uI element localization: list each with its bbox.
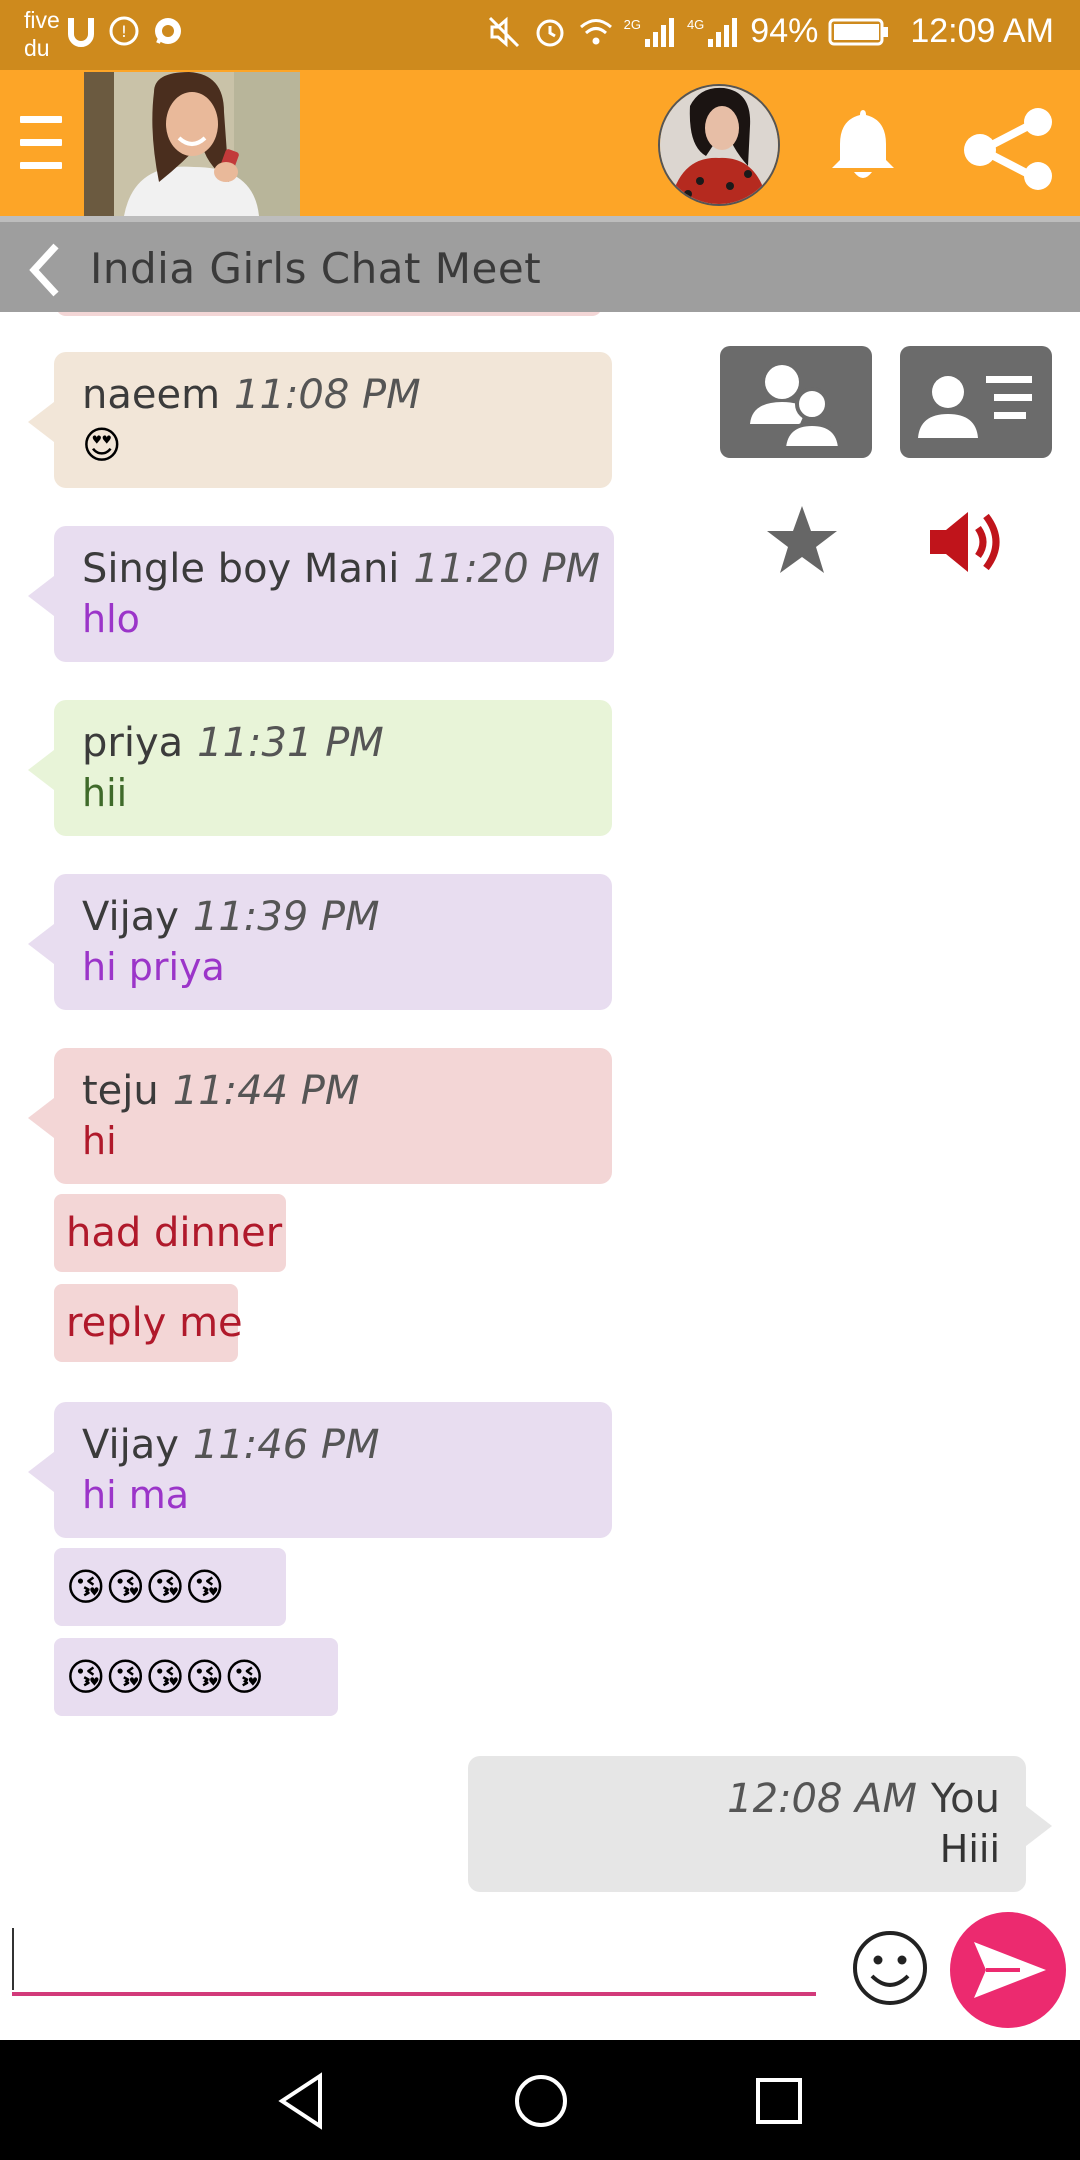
carrier-label: five du [24,6,60,62]
sender-name[interactable]: teju [82,1068,159,1114]
users-icon [750,365,843,450]
message-header: priya 11:31 PM [82,718,586,768]
message-time: 11:39 PM [192,894,380,940]
home-nav-icon[interactable] [508,2068,574,2134]
message-time: 12:08 AM [727,1776,918,1822]
alarm-icon [536,19,564,46]
message-bubble[interactable]: naeem 11:08 PM 😍 [28,352,612,488]
message-bubble[interactable]: Single boy Mani 11:20 PM hlo [28,526,614,662]
message-header: Vijay 11:46 PM [82,1420,586,1470]
profile-button[interactable] [900,346,1052,458]
message-text: 😘😘😘😘 [66,1565,225,1609]
message-bubble-partial [56,312,602,316]
network-2g-label: 2G [623,17,641,32]
message-text: hlo [82,597,140,641]
message-text: hi ma [82,1473,190,1517]
message-text: had dinner [66,1210,283,1256]
chevron-left-icon[interactable] [24,240,64,300]
send-button[interactable] [950,1912,1066,2028]
menu-icon[interactable] [20,116,62,170]
signal-icon [644,17,674,47]
message-bubble[interactable]: Vijay 11:39 PM hi priya [28,874,612,1010]
message-text: Hiii [939,1827,1000,1871]
profile-card-icon [918,376,1032,438]
message-text: 😘😘😘😘😘 [66,1655,265,1699]
notification-icon: ! [109,16,139,46]
app-header [0,70,1080,216]
back-nav-icon[interactable] [270,2068,336,2134]
followup-message[interactable]: had dinner [54,1194,286,1272]
notification-icons: ! [66,14,184,48]
u-app-icon [68,18,94,47]
message-time: 11:31 PM [197,720,384,766]
battery-percent: 94% [750,12,819,50]
mute-icon [488,16,519,47]
speaker-icon[interactable] [926,504,1006,580]
followup-message[interactable]: reply me [54,1284,243,1362]
message-time: 11:20 PM [413,546,601,592]
users-button[interactable] [720,346,872,458]
wifi-icon [579,18,612,44]
smiley-icon[interactable] [850,1928,930,2008]
message-text: hii [82,771,128,815]
star-icon[interactable] [764,502,840,578]
message-text: 😍 [82,423,122,467]
banner-image[interactable] [84,72,300,216]
sender-name[interactable]: priya [82,720,183,766]
sender-name: You [931,1776,1000,1822]
status-bar: five du ! 2G 4G 94% 12:09 AM [0,0,1080,70]
chat-area[interactable]: naeem 11:08 PM 😍 Single boy Mani 11:20 PM … [0,312,1080,1912]
svg-text:!: ! [121,22,127,41]
page-title: India Girls Chat Meet [90,244,542,293]
message-text: reply me [66,1300,243,1346]
chat-room-bar: India Girls Chat Meet [0,216,1080,312]
carrier-line-2: du [24,35,50,61]
network-4g-label: 4G [686,17,705,32]
bell-icon[interactable] [822,104,904,186]
sender-name[interactable]: Vijay [82,894,179,940]
sender-name[interactable]: Vijay [82,1422,179,1468]
message-header: naeem 11:08 PM [82,370,586,420]
message-time: 11:46 PM [192,1422,380,1468]
message-text: hi priya [82,945,225,989]
message-bubble[interactable]: priya 11:31 PM hii [28,700,612,836]
message-time: 11:44 PM [172,1068,360,1114]
avatar[interactable] [658,84,780,206]
followup-message[interactable]: 😘😘😘😘😘 [54,1638,338,1716]
message-bubble[interactable]: Vijay 11:46 PM hi ma [28,1402,612,1538]
message-text: hi [82,1119,117,1163]
status-indicators: 2G 4G 94% 12:09 AM [486,12,1054,51]
message-header: teju 11:44 PM [82,1066,586,1116]
message-header: 12:08 AM You [494,1774,1000,1824]
battery-icon [828,18,889,45]
followup-message[interactable]: 😘😘😘😘 [54,1548,286,1626]
sender-name[interactable]: naeem [82,372,220,418]
clock: 12:09 AM [910,12,1054,50]
message-bubble[interactable]: teju 11:44 PM hi [28,1048,612,1184]
composer [0,1912,1080,2040]
share-icon[interactable] [958,108,1060,190]
carrier-line-1: five [24,7,60,33]
sender-name[interactable]: Single boy Mani [82,546,399,592]
system-nav-bar [0,2040,1080,2160]
text-cursor [12,1928,14,1990]
signal-icon-2 [708,17,738,47]
message-header: Single boy Mani 11:20 PM [82,544,600,594]
recents-nav-icon[interactable] [746,2068,812,2134]
whatsapp-icon [155,18,181,44]
message-header: Vijay 11:39 PM [82,892,586,942]
message-input[interactable] [12,1926,816,1996]
send-icon [974,1942,1046,1998]
message-time: 11:08 PM [234,372,421,418]
outgoing-message-bubble[interactable]: 12:08 AM You Hiii [468,1756,1052,1892]
